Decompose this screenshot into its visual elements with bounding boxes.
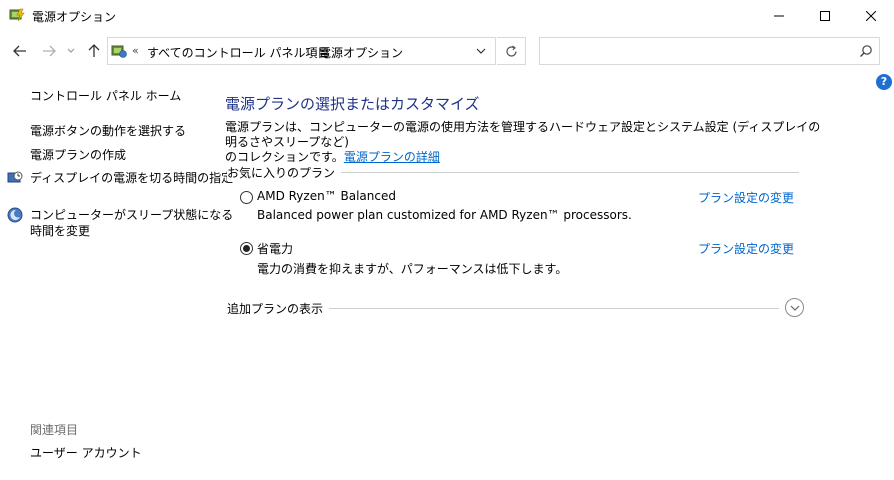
plan-radio-amd-balanced[interactable] (240, 191, 253, 204)
change-plan-settings-link[interactable]: プラン設定の変更 (698, 240, 794, 257)
refresh-icon (505, 45, 517, 57)
change-plan-settings-link[interactable]: プラン設定の変更 (698, 189, 794, 206)
navigation-bar: « すべてのコントロール パネル項目 › 電源オプション (0, 31, 894, 71)
title-bar: 電源オプション (0, 0, 894, 31)
recent-locations-button[interactable] (63, 40, 79, 62)
maximize-button[interactable] (802, 0, 848, 31)
up-button[interactable] (83, 40, 105, 62)
display-clock-icon (7, 170, 23, 186)
refresh-button[interactable] (497, 37, 526, 65)
sidebar-change-sleep-time-line1[interactable]: コンピューターがスリープ状態になる (30, 206, 233, 223)
maximize-icon (820, 10, 830, 21)
close-icon (866, 10, 876, 21)
address-dropdown-button[interactable] (468, 38, 494, 64)
plan-description: 電力の消費を抑えますが、パフォーマンスは低下します。 (257, 262, 568, 276)
related-items-heading: 関連項目 (30, 423, 79, 437)
arrow-left-icon (13, 45, 26, 57)
plan-description: Balanced power plan customized for AMD R… (257, 208, 632, 222)
plan-name[interactable]: 省電力 (257, 240, 293, 257)
chevron-down-icon (67, 48, 75, 53)
sidebar-create-power-plan[interactable]: 電源プランの作成 (30, 146, 126, 163)
expand-additional-plans-button[interactable] (785, 298, 804, 317)
breadcrumb-all-items[interactable]: すべてのコントロール パネル項目 (147, 44, 330, 61)
plan-radio-power-saver[interactable] (240, 242, 253, 255)
plan-name[interactable]: AMD Ryzen™ Balanced (257, 189, 396, 203)
arrow-right-icon (43, 45, 56, 57)
control-panel-icon (111, 43, 127, 59)
sidebar-control-panel-home[interactable]: コントロール パネル ホーム (30, 87, 181, 104)
close-button[interactable] (848, 0, 894, 31)
search-input[interactable] (539, 37, 880, 65)
address-overflow-chevron[interactable]: « (132, 44, 139, 57)
description-text-line2: のコレクションです。 (225, 150, 344, 164)
sleep-moon-icon (7, 207, 23, 223)
favorite-plans-heading: お気に入りのプラン (227, 164, 342, 181)
power-plan-details-link[interactable]: 電源プランの詳細 (344, 150, 440, 164)
breadcrumb-power-options[interactable]: 電源オプション (319, 44, 403, 61)
show-additional-plans-label[interactable]: 追加プランの表示 (227, 300, 330, 317)
window-title: 電源オプション (32, 10, 117, 24)
chevron-down-icon (790, 305, 799, 311)
breadcrumb-separator[interactable]: › (305, 44, 309, 57)
help-icon[interactable]: ? (876, 74, 892, 90)
related-user-accounts-link[interactable]: ユーザー アカウント (30, 444, 142, 461)
arrow-up-icon (88, 44, 100, 57)
sidebar-display-off-time[interactable]: ディスプレイの電源を切る時間の指定 (30, 169, 233, 186)
sidebar-change-sleep-time-line2[interactable]: 時間を変更 (30, 222, 90, 239)
minimize-icon (774, 15, 784, 16)
description-text: 電源プランは、コンピューターの電源の使用方法を管理するハードウェア設定とシステム… (225, 120, 821, 149)
power-options-icon (9, 7, 25, 23)
minimize-button[interactable] (756, 0, 802, 31)
page-description: 電源プランは、コンピューターの電源の使用方法を管理するハードウェア設定とシステム… (225, 120, 825, 165)
chevron-down-icon (476, 48, 486, 54)
forward-button[interactable] (38, 40, 60, 62)
search-icon (859, 44, 873, 58)
sidebar-choose-power-button[interactable]: 電源ボタンの動作を選択する (30, 122, 186, 139)
address-bar[interactable]: « すべてのコントロール パネル項目 › 電源オプション (107, 37, 496, 65)
page-title: 電源プランの選択またはカスタマイズ (225, 95, 480, 113)
back-button[interactable] (9, 40, 31, 62)
